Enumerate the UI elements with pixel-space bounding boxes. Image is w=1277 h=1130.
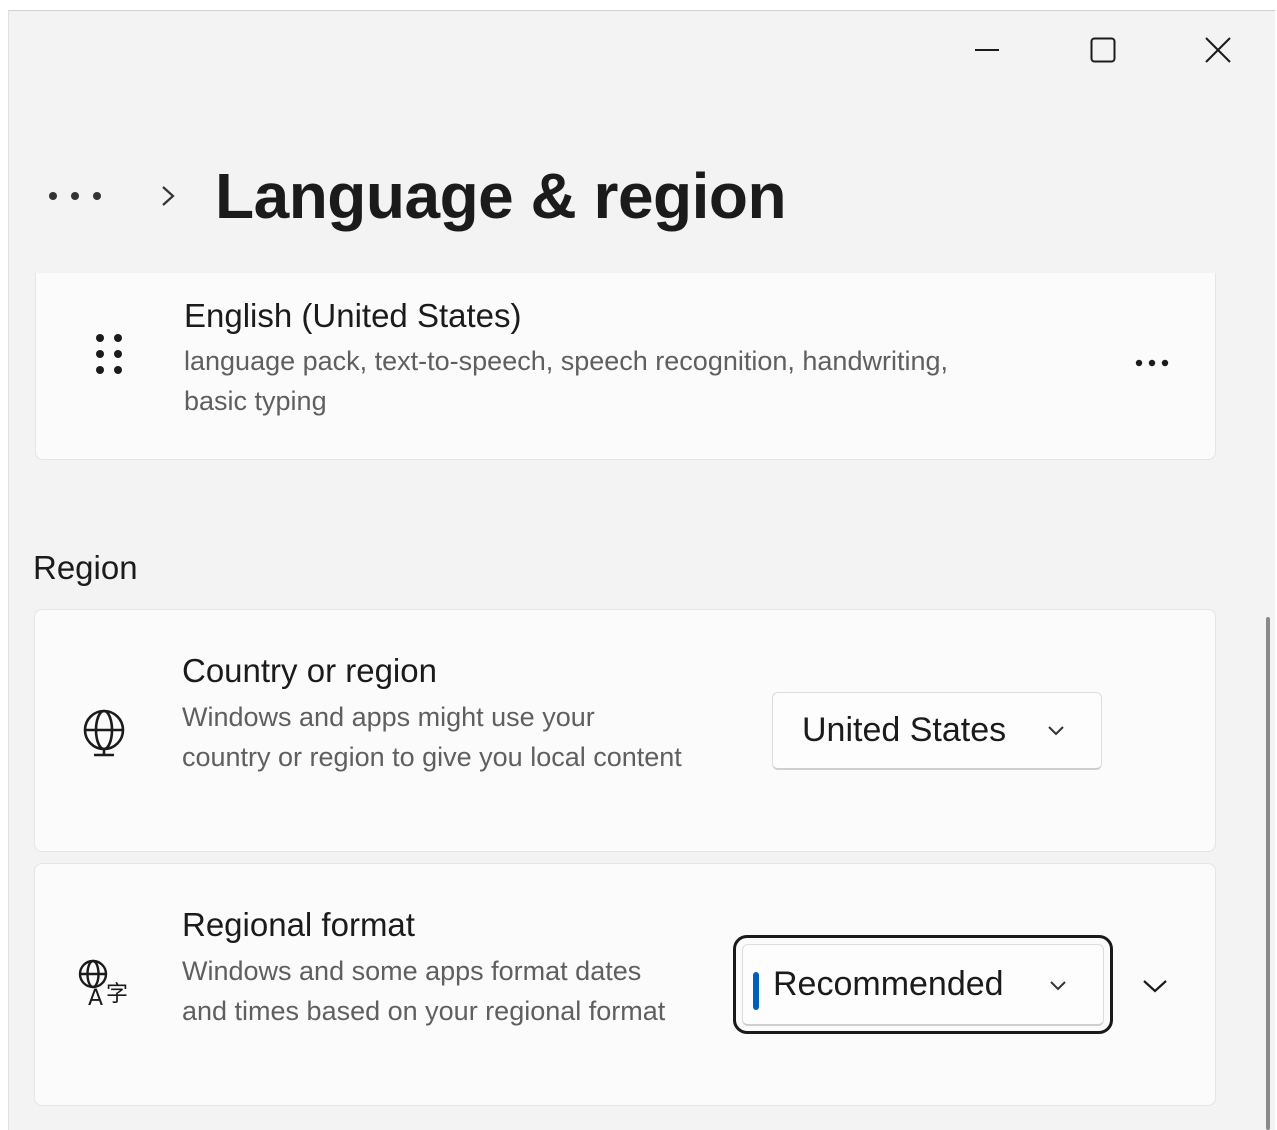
minimize-icon bbox=[974, 49, 999, 51]
regional-format-icon: A 字 bbox=[75, 956, 135, 1012]
minimize-button[interactable] bbox=[929, 11, 1044, 89]
country-region-title: Country or region bbox=[182, 652, 437, 689]
chevron-down-icon bbox=[1143, 980, 1167, 993]
language-features: language pack, text-to-speech, speech re… bbox=[184, 346, 948, 416]
language-name: English (United States) bbox=[184, 297, 522, 334]
breadcrumb-more-button[interactable] bbox=[39, 176, 111, 216]
close-icon bbox=[1204, 37, 1231, 63]
settings-window: Language & region English (United States… bbox=[8, 10, 1275, 1130]
drag-handle-icon[interactable] bbox=[86, 327, 132, 381]
globe-icon bbox=[77, 706, 131, 760]
maximize-icon bbox=[1090, 37, 1115, 63]
chevron-down-icon bbox=[1047, 974, 1069, 996]
scrollbar-thumb[interactable] bbox=[1266, 617, 1270, 1130]
language-more-button[interactable] bbox=[1116, 343, 1188, 383]
region-section-heading: Region bbox=[33, 549, 138, 586]
language-list-item[interactable]: English (United States) language pack, t… bbox=[35, 273, 1216, 460]
selection-indicator bbox=[753, 972, 759, 1010]
country-region-description: Windows and apps might use your country … bbox=[182, 702, 682, 772]
country-selected-value: United States bbox=[802, 711, 1007, 749]
regional-format-dropdown[interactable]: Recommended bbox=[742, 944, 1104, 1026]
regional-format-title: Regional format bbox=[182, 906, 415, 943]
regional-format-selected-value: Recommended bbox=[773, 965, 1004, 1003]
regional-format-description: Windows and some apps format dates and t… bbox=[182, 956, 666, 1026]
more-icon bbox=[1135, 359, 1169, 367]
breadcrumb-chevron-icon bbox=[156, 181, 180, 211]
svg-text:字: 字 bbox=[106, 982, 128, 1007]
more-icon bbox=[49, 192, 101, 200]
chevron-down-icon bbox=[1045, 719, 1067, 741]
country-region-card: Country or region Windows and apps might… bbox=[34, 609, 1216, 852]
close-button[interactable] bbox=[1160, 11, 1275, 89]
regional-format-expand-button[interactable] bbox=[1127, 966, 1183, 1006]
maximize-button[interactable] bbox=[1045, 11, 1160, 89]
country-dropdown[interactable]: United States bbox=[772, 692, 1102, 770]
page-title: Language & region bbox=[215, 160, 787, 232]
svg-text:A: A bbox=[88, 986, 103, 1011]
